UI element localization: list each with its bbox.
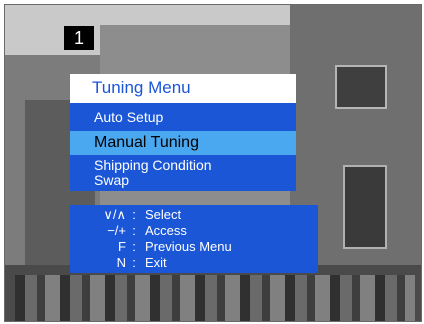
menu-item-swap[interactable]: Swap xyxy=(70,173,296,191)
help-action: Select xyxy=(145,207,182,222)
menu-item-auto-setup[interactable]: Auto Setup xyxy=(70,102,296,131)
background-people xyxy=(15,275,415,321)
help-key: F xyxy=(118,239,126,254)
help-row-select: ∨/∧ : Select xyxy=(70,207,318,223)
background-window xyxy=(343,165,387,249)
help-key: ∨/∧ xyxy=(103,207,126,222)
background-window xyxy=(335,65,387,109)
channel-number-badge: 1 xyxy=(64,26,94,50)
help-row-access: −/+ : Access xyxy=(70,223,318,239)
tuning-menu: Tuning Menu Auto Setup Manual Tuning Shi… xyxy=(70,74,296,191)
help-colon: : xyxy=(132,223,136,238)
help-row-previous-menu: F : Previous Menu xyxy=(70,239,318,255)
help-row-exit: N : Exit xyxy=(70,255,318,271)
help-colon: : xyxy=(132,239,136,254)
help-colon: : xyxy=(132,255,136,270)
help-action: Access xyxy=(145,223,187,238)
help-action: Exit xyxy=(145,255,167,270)
menu-item-shipping-condition[interactable]: Shipping Condition xyxy=(70,155,296,173)
key-help-panel: ∨/∧ : Select −/+ : Access F : Previous M… xyxy=(70,205,318,273)
menu-title: Tuning Menu xyxy=(70,74,296,102)
menu-item-manual-tuning[interactable]: Manual Tuning xyxy=(70,131,296,155)
help-key: −/+ xyxy=(107,223,126,238)
help-colon: : xyxy=(132,207,136,222)
help-action: Previous Menu xyxy=(145,239,232,254)
help-key: N xyxy=(116,255,126,270)
